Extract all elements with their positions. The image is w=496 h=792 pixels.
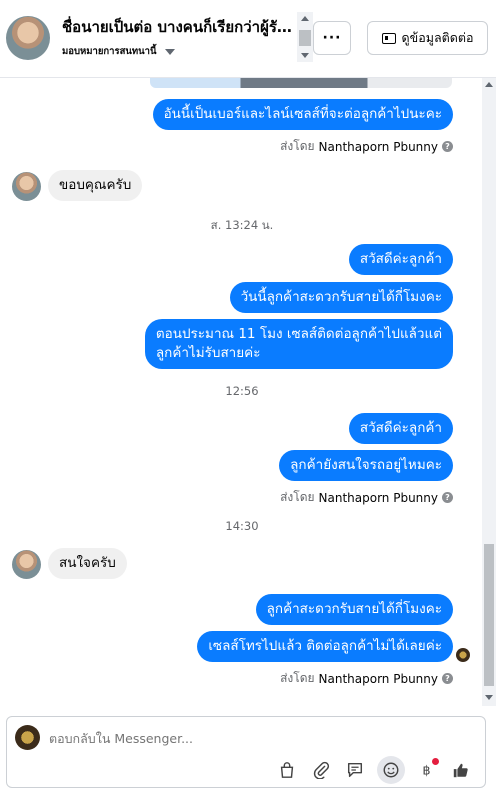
- message-bubble[interactable]: สวัสดีค่ะลูกค้า: [348, 413, 453, 444]
- scrollbar-thumb[interactable]: [484, 544, 494, 686]
- help-icon[interactable]: ?: [442, 492, 453, 503]
- notification-dot: [432, 758, 439, 765]
- contact-card-icon: [381, 32, 396, 44]
- composer-toolbar: ฿: [275, 756, 473, 784]
- message-bubble[interactable]: ตอนประมาณ 11 โมง เซลส์ติดต่อลูกค้าไปแล้ว…: [144, 319, 453, 369]
- sent-by: ส่งโดย Nanthaporn Pbunny ?: [280, 488, 453, 507]
- sent-by: ส่งโดย Nanthaporn Pbunny ?: [280, 669, 453, 688]
- message-bubble[interactable]: อันนี้เป็นเบอร์และไลน์เซลส์ที่จะต่อลูกค้…: [152, 99, 453, 130]
- contact-name[interactable]: ชื่อนายเป็นต่อ บางคนก็เรียกว่าผู้รับ...: [62, 15, 292, 39]
- sent-by-prefix: ส่งโดย: [280, 490, 315, 504]
- message-bubble[interactable]: ขอบคุณครับ: [48, 170, 143, 201]
- sent-by-prefix: ส่งโดย: [280, 671, 315, 685]
- timestamp: 14:30: [225, 519, 259, 533]
- baht-icon[interactable]: ฿: [415, 758, 439, 782]
- shared-image[interactable]: [150, 78, 452, 88]
- scroll-down-icon[interactable]: [485, 695, 493, 700]
- emoji-icon[interactable]: [377, 756, 405, 784]
- scroll-up-icon[interactable]: [301, 16, 309, 21]
- header-scrollbar[interactable]: [297, 12, 313, 62]
- message-bubble[interactable]: สวัสดีค่ะลูกค้า: [348, 244, 453, 275]
- more-button[interactable]: ···: [313, 21, 351, 55]
- message-bubble[interactable]: ลูกค้ายังสนใจรถอยู่ไหมคะ: [279, 450, 453, 481]
- message-line: ตอนประมาณ 11 โมง เซลส์ติดต่อลูกค้าไปแล้ว…: [155, 326, 442, 342]
- timestamp: ส. 13:24 น.: [210, 218, 274, 232]
- sent-by-prefix: ส่งโดย: [280, 139, 315, 153]
- page-avatar: [15, 725, 40, 750]
- help-icon[interactable]: ?: [442, 673, 453, 684]
- like-icon[interactable]: [449, 758, 473, 782]
- sender-name: Nanthaporn Pbunny: [318, 139, 438, 154]
- saved-reply-icon[interactable]: [343, 758, 367, 782]
- contact-avatar-small: [12, 550, 41, 579]
- sender-name: Nanthaporn Pbunny: [318, 671, 438, 686]
- message-bubble[interactable]: สนใจครับ: [48, 548, 127, 579]
- message-thread: อันนี้เป็นเบอร์และไลน์เซลส์ที่จะต่อลูกค้…: [0, 78, 496, 706]
- contact-avatar-small: [12, 172, 41, 201]
- message-bubble[interactable]: เซลส์โทรไปแล้ว ติดต่อลูกค้าไม่ได้เลยค่ะ: [197, 631, 453, 662]
- chevron-down-icon: [164, 48, 175, 55]
- seen-indicator-avatar: [456, 648, 470, 662]
- svg-text:฿: ฿: [423, 763, 431, 778]
- sent-by: ส่งโดย Nanthaporn Pbunny ?: [280, 137, 453, 156]
- timestamp: 12:56: [225, 384, 259, 398]
- help-icon[interactable]: ?: [442, 141, 453, 152]
- message-composer: ฿: [6, 716, 486, 788]
- message-bubble[interactable]: วันนี้ลูกค้าสะดวกรับสายได้กี่โมงคะ: [229, 282, 453, 313]
- scrollbar-thumb[interactable]: [299, 30, 311, 46]
- more-icon: ···: [322, 30, 342, 46]
- sender-name: Nanthaporn Pbunny: [318, 490, 438, 505]
- assign-conversation[interactable]: มอบหมายการสนทนานี้: [62, 44, 175, 59]
- message-line: ลูกค้าไม่รับสายค่ะ: [155, 345, 261, 361]
- assign-label: มอบหมายการสนทนานี้: [62, 46, 157, 57]
- attachment-icon[interactable]: [309, 758, 333, 782]
- message-bubble[interactable]: ลูกค้าสะดวกรับสายได้กี่โมงคะ: [255, 594, 453, 625]
- shopping-bag-icon[interactable]: [275, 758, 299, 782]
- conversation-header: ชื่อนายเป็นต่อ บางคนก็เรียกว่าผู้รับ... …: [0, 0, 496, 78]
- contact-avatar[interactable]: [6, 16, 50, 60]
- reply-input[interactable]: [49, 731, 349, 746]
- scroll-up-icon[interactable]: [485, 82, 493, 87]
- view-contact-label: ดูข้อมูลติดต่อ: [401, 30, 474, 45]
- view-contact-button[interactable]: ดูข้อมูลติดต่อ: [367, 21, 488, 55]
- thread-scrollbar[interactable]: [482, 78, 496, 706]
- scroll-down-icon[interactable]: [301, 53, 309, 58]
